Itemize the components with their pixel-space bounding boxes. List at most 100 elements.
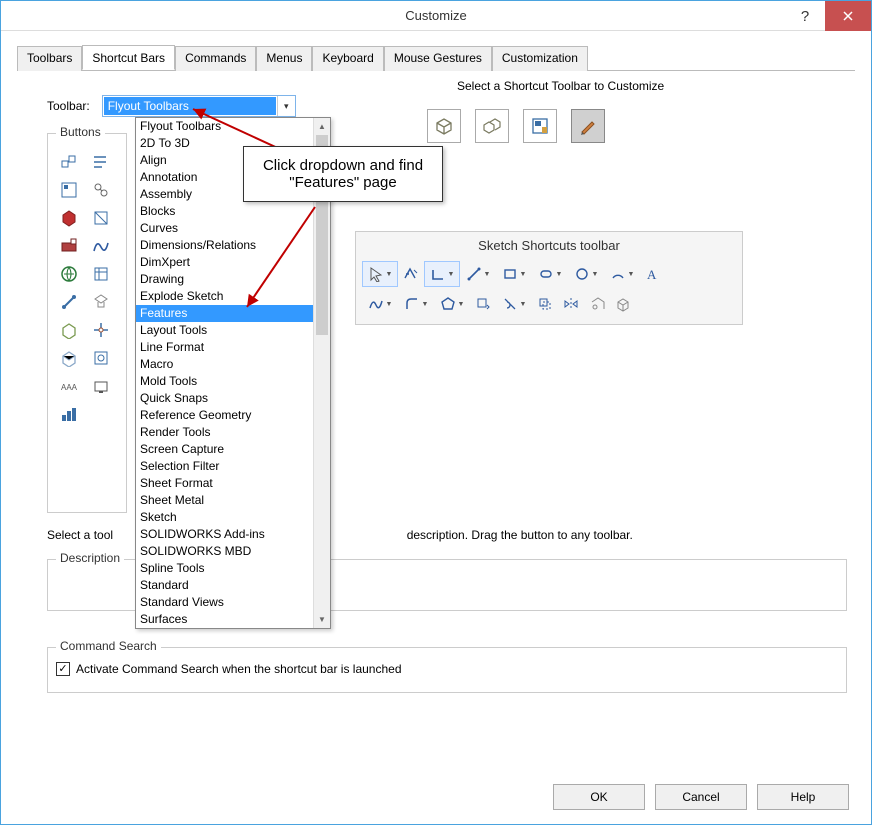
tool-icon[interactable] — [56, 402, 82, 426]
dropdown-item[interactable]: Sheet Metal — [136, 492, 330, 509]
tool-icon[interactable] — [56, 234, 82, 258]
dropdown-item[interactable]: Flyout Toolbars — [136, 118, 330, 135]
dropdown-item[interactable]: Layout Tools — [136, 322, 330, 339]
circle-icon — [574, 266, 590, 282]
dropdown-item[interactable]: Spline Tools — [136, 560, 330, 577]
tool-icon[interactable] — [88, 234, 114, 258]
context-assembly-button[interactable] — [475, 109, 509, 143]
arc-tool[interactable]: ▼ — [604, 261, 640, 287]
dropdown-item[interactable]: Dimensions/Relations — [136, 237, 330, 254]
tool-icon[interactable] — [56, 290, 82, 314]
circle-tool[interactable]: ▼ — [568, 261, 604, 287]
dropdown-item[interactable]: Standard — [136, 577, 330, 594]
ok-button[interactable]: OK — [553, 784, 645, 810]
description-legend: Description — [56, 551, 124, 565]
tool-icon[interactable] — [56, 150, 82, 174]
activate-command-search-checkbox[interactable]: ✓ — [56, 662, 70, 676]
dropdown-item[interactable]: Line Format — [136, 339, 330, 356]
close-button[interactable] — [825, 1, 871, 31]
context-icon-row — [427, 109, 605, 143]
titlebar-help-button[interactable]: ? — [785, 1, 825, 31]
buttons-group: Buttons AAA — [47, 133, 127, 513]
polygon-tool[interactable]: ▼ — [434, 291, 470, 317]
tab-commands[interactable]: Commands — [175, 46, 256, 71]
dropdown-item[interactable]: Features — [136, 305, 330, 322]
dropdown-item[interactable]: Sheet Format — [136, 475, 330, 492]
svg-text:A: A — [647, 267, 657, 282]
convert-entities-tool[interactable] — [470, 291, 496, 317]
arc-icon — [610, 266, 626, 282]
rectangle-tool[interactable]: ▼ — [496, 261, 532, 287]
trim-icon — [502, 296, 518, 312]
mirror-icon — [563, 296, 579, 312]
svg-text:AAA: AAA — [61, 383, 78, 392]
tab-keyboard[interactable]: Keyboard — [312, 46, 383, 71]
corner-line-tool[interactable]: ▼ — [460, 261, 496, 287]
dropdown-item[interactable]: Explode Sketch — [136, 288, 330, 305]
chevron-down-icon[interactable]: ▾ — [277, 96, 295, 116]
tab-customization[interactable]: Customization — [492, 46, 588, 71]
context-drawing-button[interactable] — [523, 109, 557, 143]
dropdown-item[interactable]: Screen Capture — [136, 441, 330, 458]
tool-icon[interactable] — [88, 178, 114, 202]
dropdown-item[interactable]: Standard Views — [136, 594, 330, 611]
dropdown-item[interactable]: Surfaces — [136, 611, 330, 628]
dropdown-item[interactable]: Reference Geometry — [136, 407, 330, 424]
tool-icon[interactable] — [56, 346, 82, 370]
tool-icon[interactable] — [56, 178, 82, 202]
scroll-down-icon[interactable]: ▼ — [314, 611, 330, 628]
cursor-icon — [368, 266, 384, 282]
dropdown-item[interactable]: Selection Filter — [136, 458, 330, 475]
dropdown-item[interactable]: SOLIDWORKS MBD — [136, 543, 330, 560]
window-title: Customize — [405, 8, 466, 23]
dropdown-item[interactable]: Sketch — [136, 509, 330, 526]
slot-tool[interactable]: ▼ — [532, 261, 568, 287]
help-button[interactable]: Help — [757, 784, 849, 810]
convert-icon — [475, 296, 491, 312]
scroll-up-icon[interactable]: ▲ — [314, 118, 330, 135]
dropdown-item[interactable]: DimXpert — [136, 254, 330, 271]
tool-icon[interactable] — [88, 374, 114, 398]
toolbar-combobox[interactable]: Flyout Toolbars ▾ — [102, 95, 296, 117]
text-tool[interactable]: A — [640, 261, 666, 287]
shaded-sketch-tool[interactable] — [610, 291, 636, 317]
select-tool[interactable]: ▼ — [362, 261, 398, 287]
tab-menus[interactable]: Menus — [256, 46, 312, 71]
display-relations-tool[interactable] — [584, 291, 610, 317]
toolbar-combobox-value: Flyout Toolbars — [104, 97, 276, 115]
smart-dimension-tool[interactable] — [398, 261, 424, 287]
tab-toolbars[interactable]: Toolbars — [17, 46, 82, 71]
tool-icon[interactable] — [88, 318, 114, 342]
tool-icon[interactable] — [56, 206, 82, 230]
line-tool[interactable]: ▼ — [424, 261, 460, 287]
context-sketch-button[interactable] — [571, 109, 605, 143]
activate-command-search-label: Activate Command Search when the shortcu… — [76, 662, 402, 676]
dropdown-item[interactable]: Render Tools — [136, 424, 330, 441]
dropdown-item[interactable]: Drawing — [136, 271, 330, 288]
tool-icon[interactable] — [88, 262, 114, 286]
tab-shortcut-bars[interactable]: Shortcut Bars — [82, 45, 175, 70]
tool-icon[interactable] — [88, 346, 114, 370]
tool-icon[interactable]: AAA — [56, 374, 82, 398]
tool-icon[interactable] — [88, 150, 114, 174]
tool-icon[interactable] — [88, 290, 114, 314]
offset-tool[interactable] — [532, 291, 558, 317]
dropdown-item[interactable]: Quick Snaps — [136, 390, 330, 407]
spline-tool[interactable]: ▼ — [362, 291, 398, 317]
dropdown-item[interactable]: Mold Tools — [136, 373, 330, 390]
tool-icon[interactable] — [56, 318, 82, 342]
tab-mouse-gestures[interactable]: Mouse Gestures — [384, 46, 492, 71]
dropdown-item[interactable]: Macro — [136, 356, 330, 373]
cancel-button[interactable]: Cancel — [655, 784, 747, 810]
fillet-tool[interactable]: ▼ — [398, 291, 434, 317]
tool-icon[interactable] — [88, 206, 114, 230]
context-part-button[interactable] — [427, 109, 461, 143]
dropdown-item[interactable]: SOLIDWORKS Add-ins — [136, 526, 330, 543]
tool-icon[interactable] — [56, 262, 82, 286]
dropdown-item[interactable]: Curves — [136, 220, 330, 237]
dropdown-item[interactable]: Blocks — [136, 203, 330, 220]
annotation-callout: Click dropdown and find "Features" page — [243, 146, 443, 202]
mirror-tool[interactable] — [558, 291, 584, 317]
trim-tool[interactable]: ▼ — [496, 291, 532, 317]
sketch-shortcuts-toolbar: Sketch Shortcuts toolbar ▼ ▼ ▼ ▼ ▼ ▼ ▼ A… — [355, 231, 743, 325]
